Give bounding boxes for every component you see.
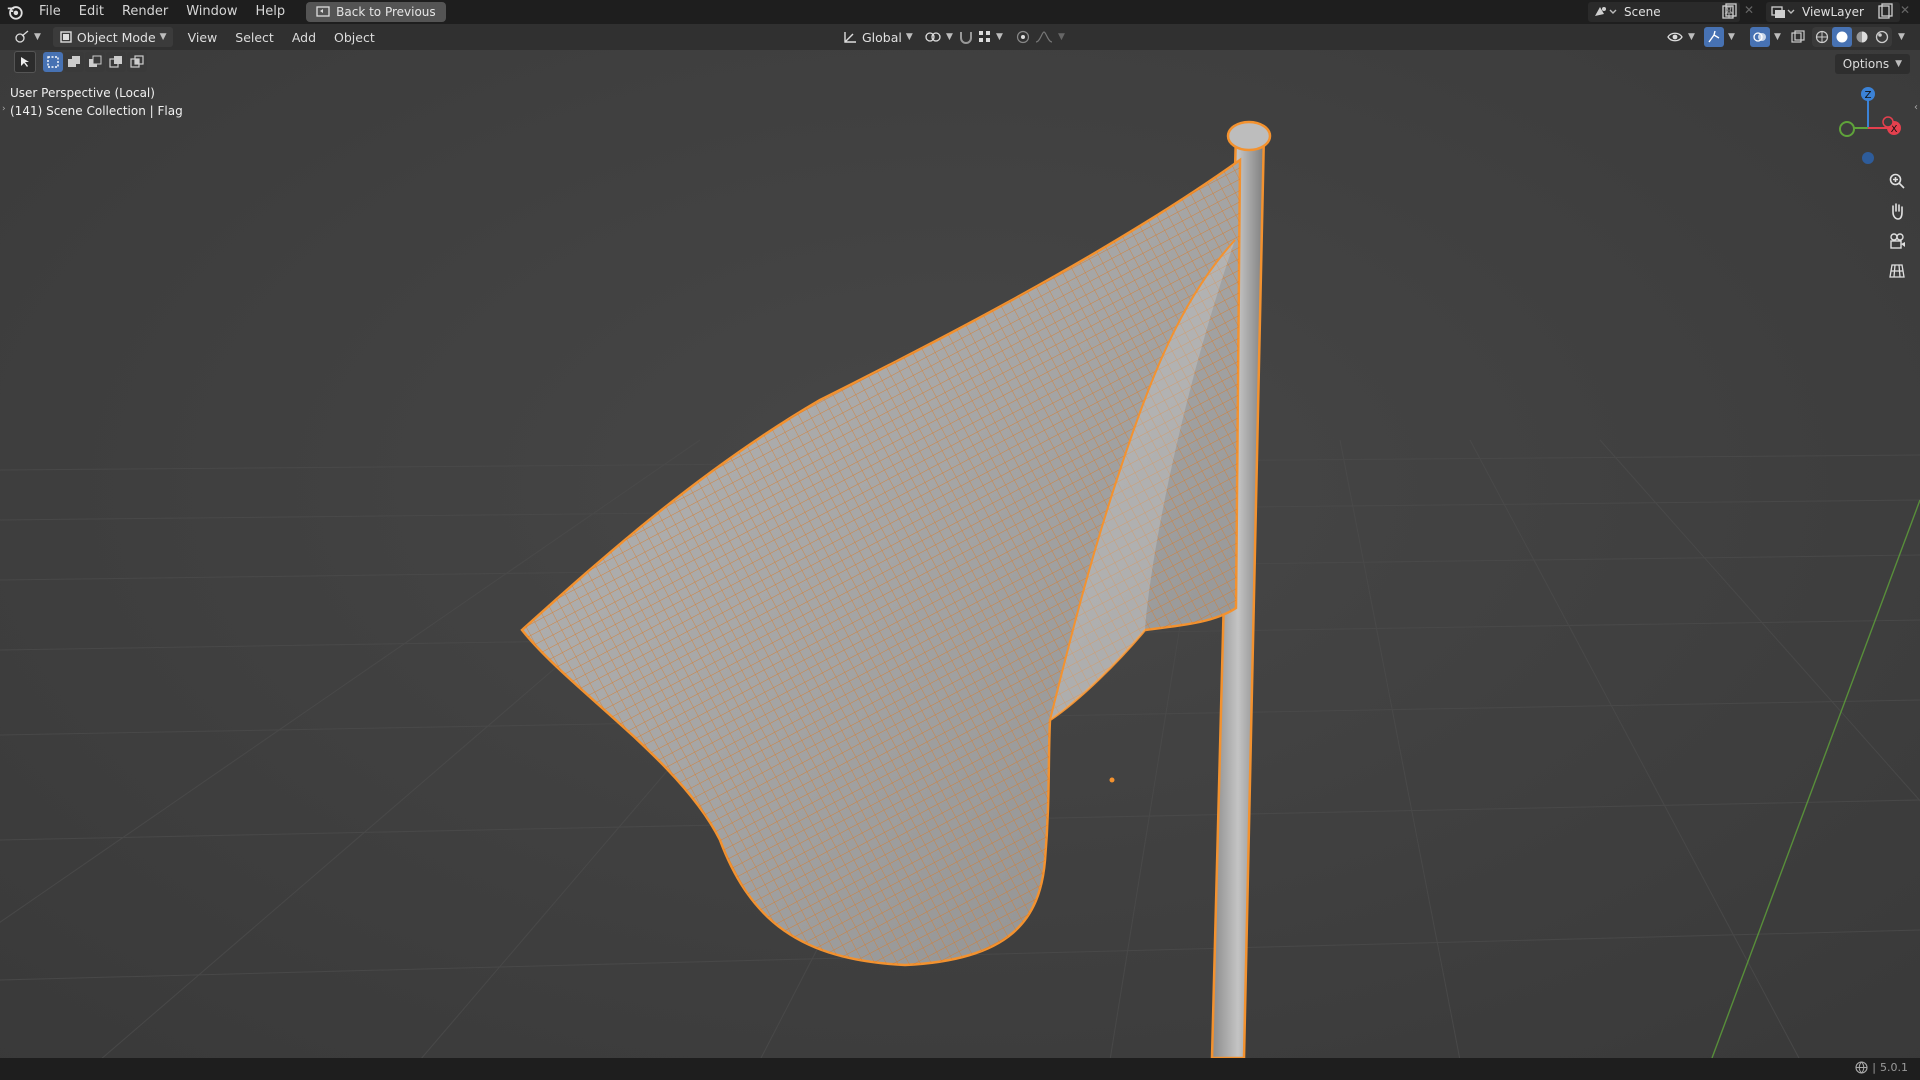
- select-new-icon: [47, 56, 59, 68]
- chevron-down-icon: ▼: [34, 32, 41, 42]
- snap-toggle[interactable]: ▼: [952, 27, 1009, 47]
- menu-select[interactable]: Select: [226, 30, 283, 45]
- sidebar-toggle-icon[interactable]: ‹: [1914, 102, 1918, 113]
- menu-file[interactable]: File: [30, 0, 70, 24]
- object-mode-icon: [60, 31, 72, 43]
- editor-type-icon: [15, 30, 29, 43]
- menu-view[interactable]: View: [179, 30, 227, 45]
- options-dropdown[interactable]: Options ▼: [1834, 54, 1910, 74]
- object-origin: [1109, 777, 1115, 783]
- menu-render[interactable]: Render: [113, 0, 177, 24]
- shading-mode-group: [1812, 27, 1892, 47]
- visibility-icon: [1667, 32, 1683, 42]
- zoom-icon: [1889, 173, 1905, 189]
- object-mode-dropdown[interactable]: Object Mode ▼: [52, 27, 173, 47]
- viewport-header: ▼ Object Mode ▼ View Select Add Object G…: [0, 24, 1920, 50]
- menu-help[interactable]: Help: [247, 0, 295, 24]
- zoom-button[interactable]: [1884, 168, 1910, 194]
- 3d-viewport[interactable]: [0, 0, 1920, 1080]
- tool-settings-row: [0, 50, 1920, 74]
- snap-increment-icon: [979, 31, 990, 42]
- proportional-icon: [1016, 30, 1030, 44]
- chevron-down-icon: ▼: [996, 32, 1003, 42]
- blender-logo-icon[interactable]: [6, 3, 24, 21]
- select-mode-subtract[interactable]: [85, 52, 105, 72]
- camera-icon: [1890, 233, 1905, 249]
- rendered-shading-icon[interactable]: [1872, 27, 1892, 47]
- editor-type-dropdown[interactable]: ▼: [8, 27, 47, 47]
- shading-options-chevron[interactable]: ▼: [1898, 32, 1905, 42]
- chevron-down-icon: ▼: [1688, 32, 1695, 42]
- select-subtract-icon: [89, 55, 102, 67]
- select-mode-intersect[interactable]: [127, 52, 147, 72]
- gizmo-z-label: Z: [1865, 90, 1872, 101]
- select-invert-icon: [109, 56, 122, 68]
- screen-icon: [316, 6, 330, 17]
- pan-button[interactable]: [1884, 198, 1910, 224]
- new-view-layer-icon[interactable]: [1876, 3, 1894, 21]
- version-label: 5.0.1: [1880, 1061, 1908, 1074]
- wireframe-shading-icon[interactable]: [1812, 27, 1832, 47]
- new-scene-icon[interactable]: [1720, 3, 1738, 21]
- solid-shading-icon[interactable]: [1832, 27, 1852, 47]
- version-separator: |: [1872, 1061, 1876, 1074]
- version-info: | 5.0.1: [1855, 1061, 1908, 1074]
- scene-name[interactable]: Scene: [1624, 5, 1661, 19]
- menu-edit[interactable]: Edit: [70, 0, 113, 24]
- options-label: Options: [1842, 57, 1890, 71]
- select-mode-invert[interactable]: [106, 52, 126, 72]
- menu-window[interactable]: Window: [177, 0, 246, 24]
- overlay-toggle[interactable]: ▼: [1744, 27, 1787, 47]
- chevron-down-icon: ▼: [1058, 32, 1065, 42]
- gizmo-icon: [1704, 27, 1724, 47]
- chevron-down-icon: ▼: [159, 32, 167, 42]
- snap-icon: [960, 32, 972, 44]
- view-layer-icon: [1771, 6, 1795, 18]
- pan-hand-icon: [1892, 203, 1903, 220]
- scene-icon: [1595, 7, 1617, 16]
- navigation-gizmo[interactable]: Z X: [1828, 82, 1908, 172]
- chevron-down-icon: ▼: [1774, 32, 1781, 42]
- toggle-projection-button[interactable]: [1884, 258, 1910, 284]
- close-scene-icon[interactable]: ✕: [1744, 3, 1754, 17]
- select-mode-new[interactable]: [43, 52, 63, 72]
- orientation-label: Global: [862, 29, 902, 45]
- select-intersect-icon: [130, 55, 144, 68]
- status-bar: | 5.0.1: [0, 1058, 1920, 1080]
- select-extend-icon: [68, 56, 80, 67]
- chevron-down-icon: ▼: [1728, 32, 1735, 42]
- grid-view-icon: [1889, 264, 1905, 278]
- select-mode-extend[interactable]: [64, 52, 84, 72]
- orientation-icon: [844, 32, 856, 43]
- gizmo-toggle[interactable]: ▼: [1698, 27, 1741, 47]
- proportional-editing-toggle[interactable]: ▼: [1010, 27, 1071, 47]
- perspective-label: User Perspective (Local): [10, 86, 155, 100]
- back-to-previous-label: Back to Previous: [336, 5, 436, 19]
- chevron-down-icon: ▼: [905, 32, 913, 42]
- view-layer-name[interactable]: ViewLayer: [1802, 5, 1864, 19]
- transform-orientation-dropdown[interactable]: Global ▼: [836, 27, 919, 47]
- object-mode-label: Object Mode: [76, 29, 156, 45]
- close-view-layer-icon[interactable]: ✕: [1900, 3, 1910, 17]
- camera-view-button[interactable]: [1884, 228, 1910, 254]
- top-bar: File Edit Render Window Help Back to Pre…: [0, 0, 1920, 24]
- menu-add[interactable]: Add: [283, 30, 325, 45]
- menu-object[interactable]: Object: [325, 30, 384, 45]
- collection-label: (141) Scene Collection | Flag: [10, 104, 183, 118]
- chevron-right-icon[interactable]: ›: [2, 104, 6, 114]
- falloff-icon: [1035, 31, 1053, 43]
- globe-icon[interactable]: [1855, 1061, 1868, 1074]
- scene-selector[interactable]: Scene: [1588, 2, 1740, 22]
- pivot-icon: [925, 32, 941, 42]
- chevron-down-icon: ▼: [1895, 59, 1902, 69]
- back-to-previous-button[interactable]: Back to Previous: [306, 2, 446, 22]
- cursor-icon: [21, 57, 29, 67]
- tool-select-box[interactable]: [14, 51, 36, 73]
- overlay-icon: [1750, 27, 1770, 47]
- xray-icon[interactable]: [1788, 27, 1808, 47]
- visibility-dropdown[interactable]: ▼: [1660, 27, 1701, 47]
- material-shading-icon[interactable]: [1852, 27, 1872, 47]
